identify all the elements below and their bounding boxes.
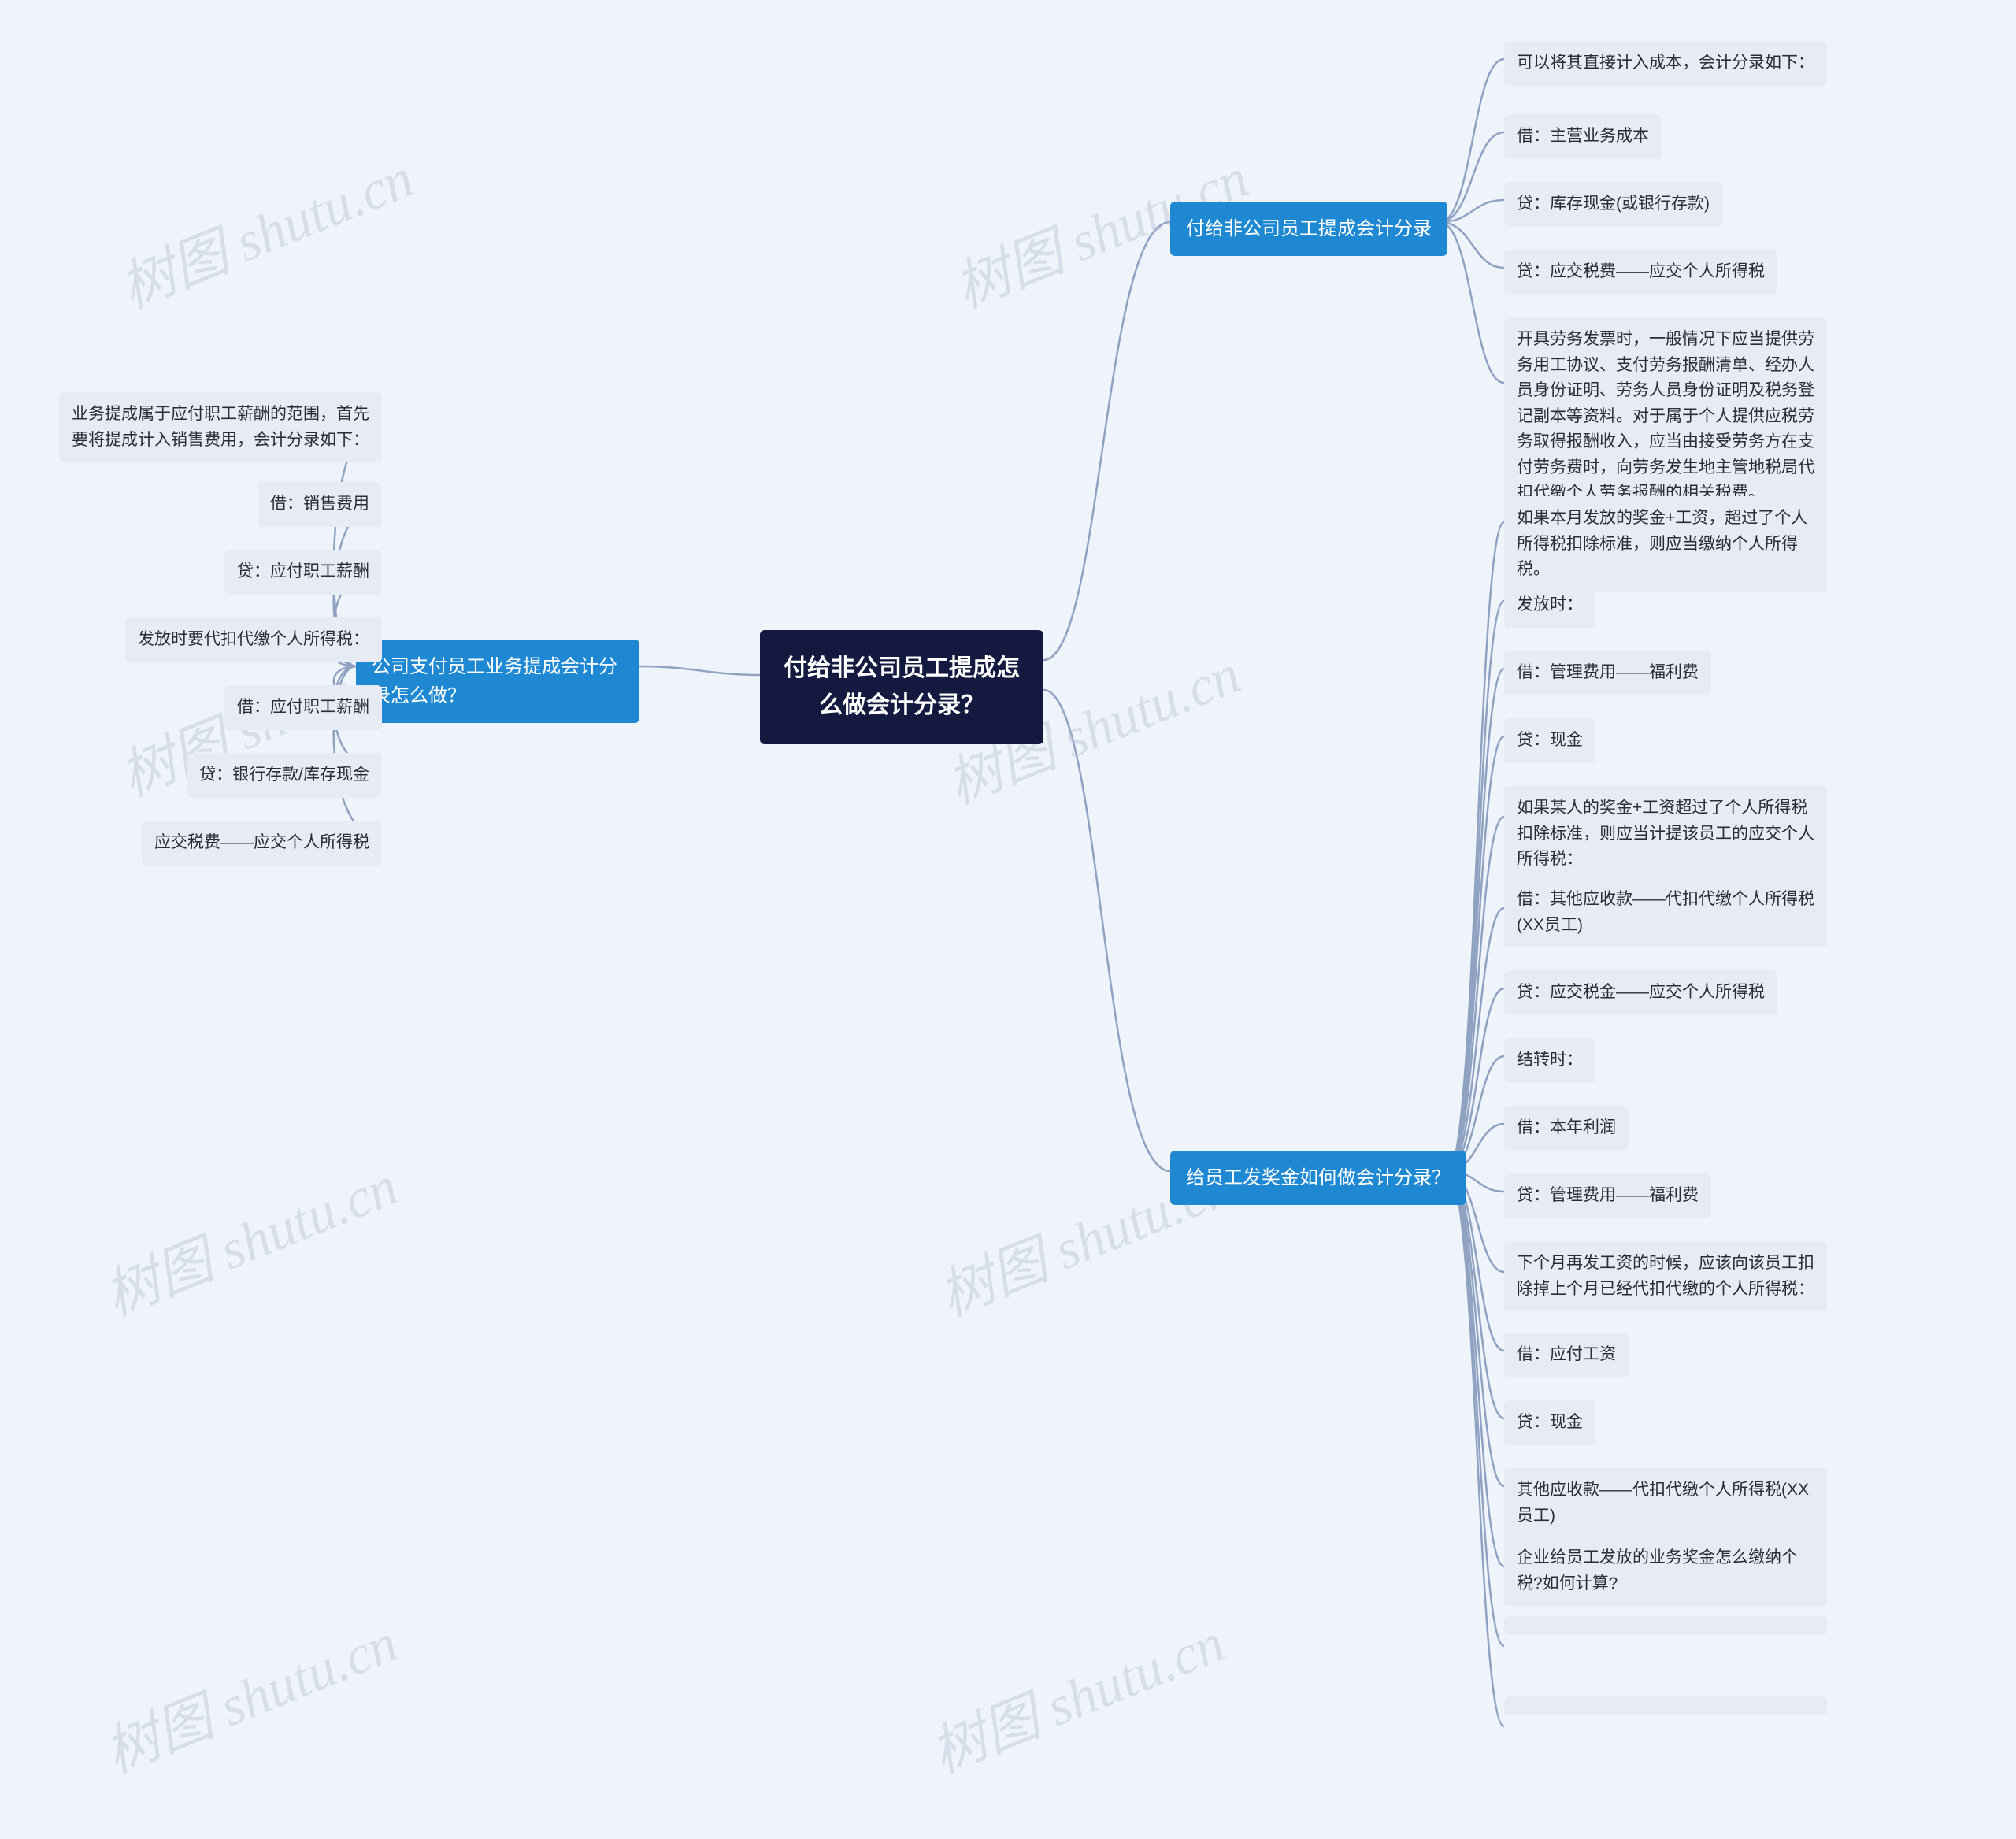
leaf-r1-1[interactable]: 借：主营业务成本: [1504, 114, 1662, 159]
watermark: 树图 shutu.cn: [91, 1599, 407, 1789]
leaf-r2-4[interactable]: 如果某人的奖金+工资超过了个人所得税扣除标准，则应当计提该员工的应交个人所得税：: [1504, 786, 1827, 882]
leaf-r2-13[interactable]: 其他应收款——代扣代缴个人所得税(XX员工): [1504, 1468, 1827, 1538]
branch-right-1[interactable]: 付给非公司员工提成会计分录: [1170, 202, 1447, 256]
leaf-left-2[interactable]: 贷：应付职工薪酬: [224, 550, 382, 595]
leaf-left-5[interactable]: 贷：银行存款/库存现金: [187, 753, 382, 798]
leaf-r2-1[interactable]: 发放时：: [1504, 583, 1595, 628]
leaf-left-0[interactable]: 业务提成属于应付职工薪酬的范围，首先要将提成计入销售费用，会计分录如下：: [59, 392, 382, 462]
leaf-left-3[interactable]: 发放时要代扣代缴个人所得税：: [125, 617, 382, 662]
leaf-r2-15[interactable]: [1504, 1616, 1827, 1635]
leaf-r2-12[interactable]: 贷：现金: [1504, 1400, 1595, 1445]
leaf-r2-5[interactable]: 借：其他应收款——代扣代缴个人所得税(XX员工): [1504, 877, 1827, 947]
watermark: 树图 shutu.cn: [91, 1142, 407, 1332]
branch-right-2[interactable]: 给员工发奖金如何做会计分录？: [1170, 1151, 1466, 1205]
leaf-r1-2[interactable]: 贷：库存现金(或银行存款): [1504, 182, 1722, 227]
leaf-r2-3[interactable]: 贷：现金: [1504, 718, 1595, 763]
leaf-r1-3[interactable]: 贷：应交税费——应交个人所得税: [1504, 250, 1777, 295]
leaf-r2-6[interactable]: 贷：应交税金——应交个人所得税: [1504, 970, 1777, 1015]
branch-left[interactable]: 公司支付员工业务提成会计分录怎么做？: [356, 640, 639, 723]
mindmap-root[interactable]: 付给非公司员工提成怎么做会计分录？: [760, 630, 1043, 744]
leaf-left-1[interactable]: 借：销售费用: [258, 482, 382, 527]
leaf-left-6[interactable]: 应交税费——应交个人所得税: [142, 821, 382, 866]
leaf-r2-14[interactable]: 企业给员工发放的业务奖金怎么缴纳个税?如何计算?: [1504, 1536, 1827, 1606]
leaf-r2-2[interactable]: 借：管理费用——福利费: [1504, 651, 1711, 695]
leaf-r2-11[interactable]: 借：应付工资: [1504, 1333, 1629, 1377]
leaf-left-4[interactable]: 借：应付职工薪酬: [224, 685, 382, 730]
watermark: 树图 shutu.cn: [106, 134, 423, 324]
leaf-r2-9[interactable]: 贷：管理费用——福利费: [1504, 1173, 1711, 1218]
leaf-r1-4[interactable]: 开具劳务发票时，一般情况下应当提供劳务用工协议、支付劳务报酬清单、经办人员身份证…: [1504, 317, 1827, 516]
leaf-r2-16[interactable]: [1504, 1696, 1827, 1715]
leaf-r2-7[interactable]: 结转时：: [1504, 1038, 1595, 1083]
watermark: 树图 shutu.cn: [917, 1599, 1234, 1789]
leaf-r2-0[interactable]: 如果本月发放的奖金+工资，超过了个人所得税扣除标准，则应当缴纳个人所得税。: [1504, 496, 1827, 592]
leaf-r1-0[interactable]: 可以将其直接计入成本，会计分录如下：: [1504, 41, 1827, 86]
leaf-r2-10[interactable]: 下个月再发工资的时候，应该向该员工扣除掉上个月已经代扣代缴的个人所得税：: [1504, 1241, 1827, 1311]
leaf-r2-8[interactable]: 借：本年利润: [1504, 1106, 1629, 1151]
